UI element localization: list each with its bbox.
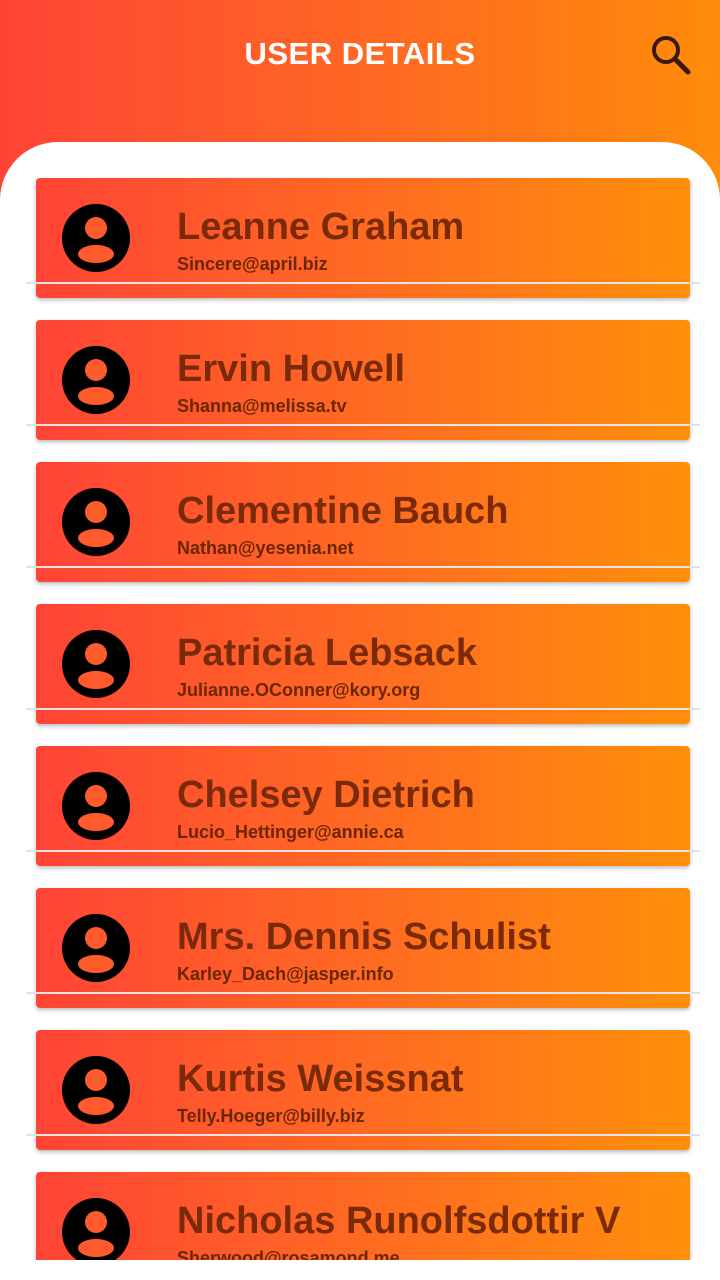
- search-button[interactable]: [648, 32, 694, 78]
- list-item: Clementine Bauch Nathan@yesenia.net: [0, 426, 720, 582]
- list-item: Chelsey Dietrich Lucio_Hettinger@annie.c…: [0, 710, 720, 866]
- list-item: Nicholas Runolfsdottir V Sherwood@rosamo…: [0, 1136, 720, 1260]
- account-circle-icon: [62, 772, 130, 840]
- search-icon: [652, 36, 691, 75]
- app-header: USER DETAILS: [0, 0, 720, 140]
- account-circle-icon: [62, 914, 130, 982]
- user-card[interactable]: Chelsey Dietrich Lucio_Hettinger@annie.c…: [36, 746, 690, 866]
- list-item: Leanne Graham Sincere@april.biz: [0, 142, 720, 298]
- user-email: Karley_Dach@jasper.info: [177, 964, 394, 984]
- user-card[interactable]: Patricia Lebsack Julianne.OConner@kory.o…: [36, 604, 690, 724]
- list-item: Patricia Lebsack Julianne.OConner@kory.o…: [0, 568, 720, 724]
- user-name: Leanne Graham: [177, 206, 465, 248]
- list-item: Mrs. Dennis Schulist Karley_Dach@jasper.…: [0, 852, 720, 1008]
- list-item: Kurtis Weissnat Telly.Hoeger@billy.biz: [0, 994, 720, 1150]
- user-name: Ervin Howell: [177, 348, 406, 390]
- user-card[interactable]: Clementine Bauch Nathan@yesenia.net: [36, 462, 690, 582]
- account-circle-icon: [62, 1056, 130, 1124]
- user-card[interactable]: Nicholas Runolfsdottir V Sherwood@rosamo…: [36, 1172, 690, 1260]
- account-circle-icon: [62, 1198, 130, 1260]
- user-name: Clementine Bauch: [177, 490, 509, 532]
- bottom-edge: [0, 1260, 720, 1280]
- user-card[interactable]: Ervin Howell Shanna@melissa.tv: [36, 320, 690, 440]
- user-email: Telly.Hoeger@billy.biz: [177, 1106, 365, 1126]
- user-email: Sincere@april.biz: [177, 254, 328, 274]
- user-name: Mrs. Dennis Schulist: [177, 916, 551, 958]
- user-email: Lucio_Hettinger@annie.ca: [177, 822, 404, 842]
- account-circle-icon: [62, 630, 130, 698]
- user-email: Julianne.OConner@kory.org: [177, 680, 421, 700]
- user-list[interactable]: Leanne Graham Sincere@april.biz Ervin Ho…: [0, 142, 720, 1260]
- page-title: USER DETAILS: [244, 36, 476, 71]
- user-card[interactable]: Kurtis Weissnat Telly.Hoeger@billy.biz: [36, 1030, 690, 1150]
- user-email: Sherwood@rosamond.me: [177, 1248, 400, 1260]
- user-email: Nathan@yesenia.net: [177, 538, 354, 558]
- user-card[interactable]: Mrs. Dennis Schulist Karley_Dach@jasper.…: [36, 888, 690, 1008]
- user-name: Chelsey Dietrich: [177, 774, 475, 816]
- content-panel: Leanne Graham Sincere@april.biz Ervin Ho…: [0, 142, 720, 1280]
- user-email: Shanna@melissa.tv: [177, 396, 347, 416]
- account-circle-icon: [62, 488, 130, 556]
- list-item: Ervin Howell Shanna@melissa.tv: [0, 284, 720, 440]
- user-name: Patricia Lebsack: [177, 632, 477, 674]
- user-name: Nicholas Runolfsdottir V: [177, 1200, 621, 1242]
- user-name: Kurtis Weissnat: [177, 1058, 464, 1100]
- account-circle-icon: [62, 204, 130, 272]
- user-card[interactable]: Leanne Graham Sincere@april.biz: [36, 178, 690, 298]
- account-circle-icon: [62, 346, 130, 414]
- app-screen: USER DETAILS Leanne Graham Sincere@april…: [0, 0, 720, 1280]
